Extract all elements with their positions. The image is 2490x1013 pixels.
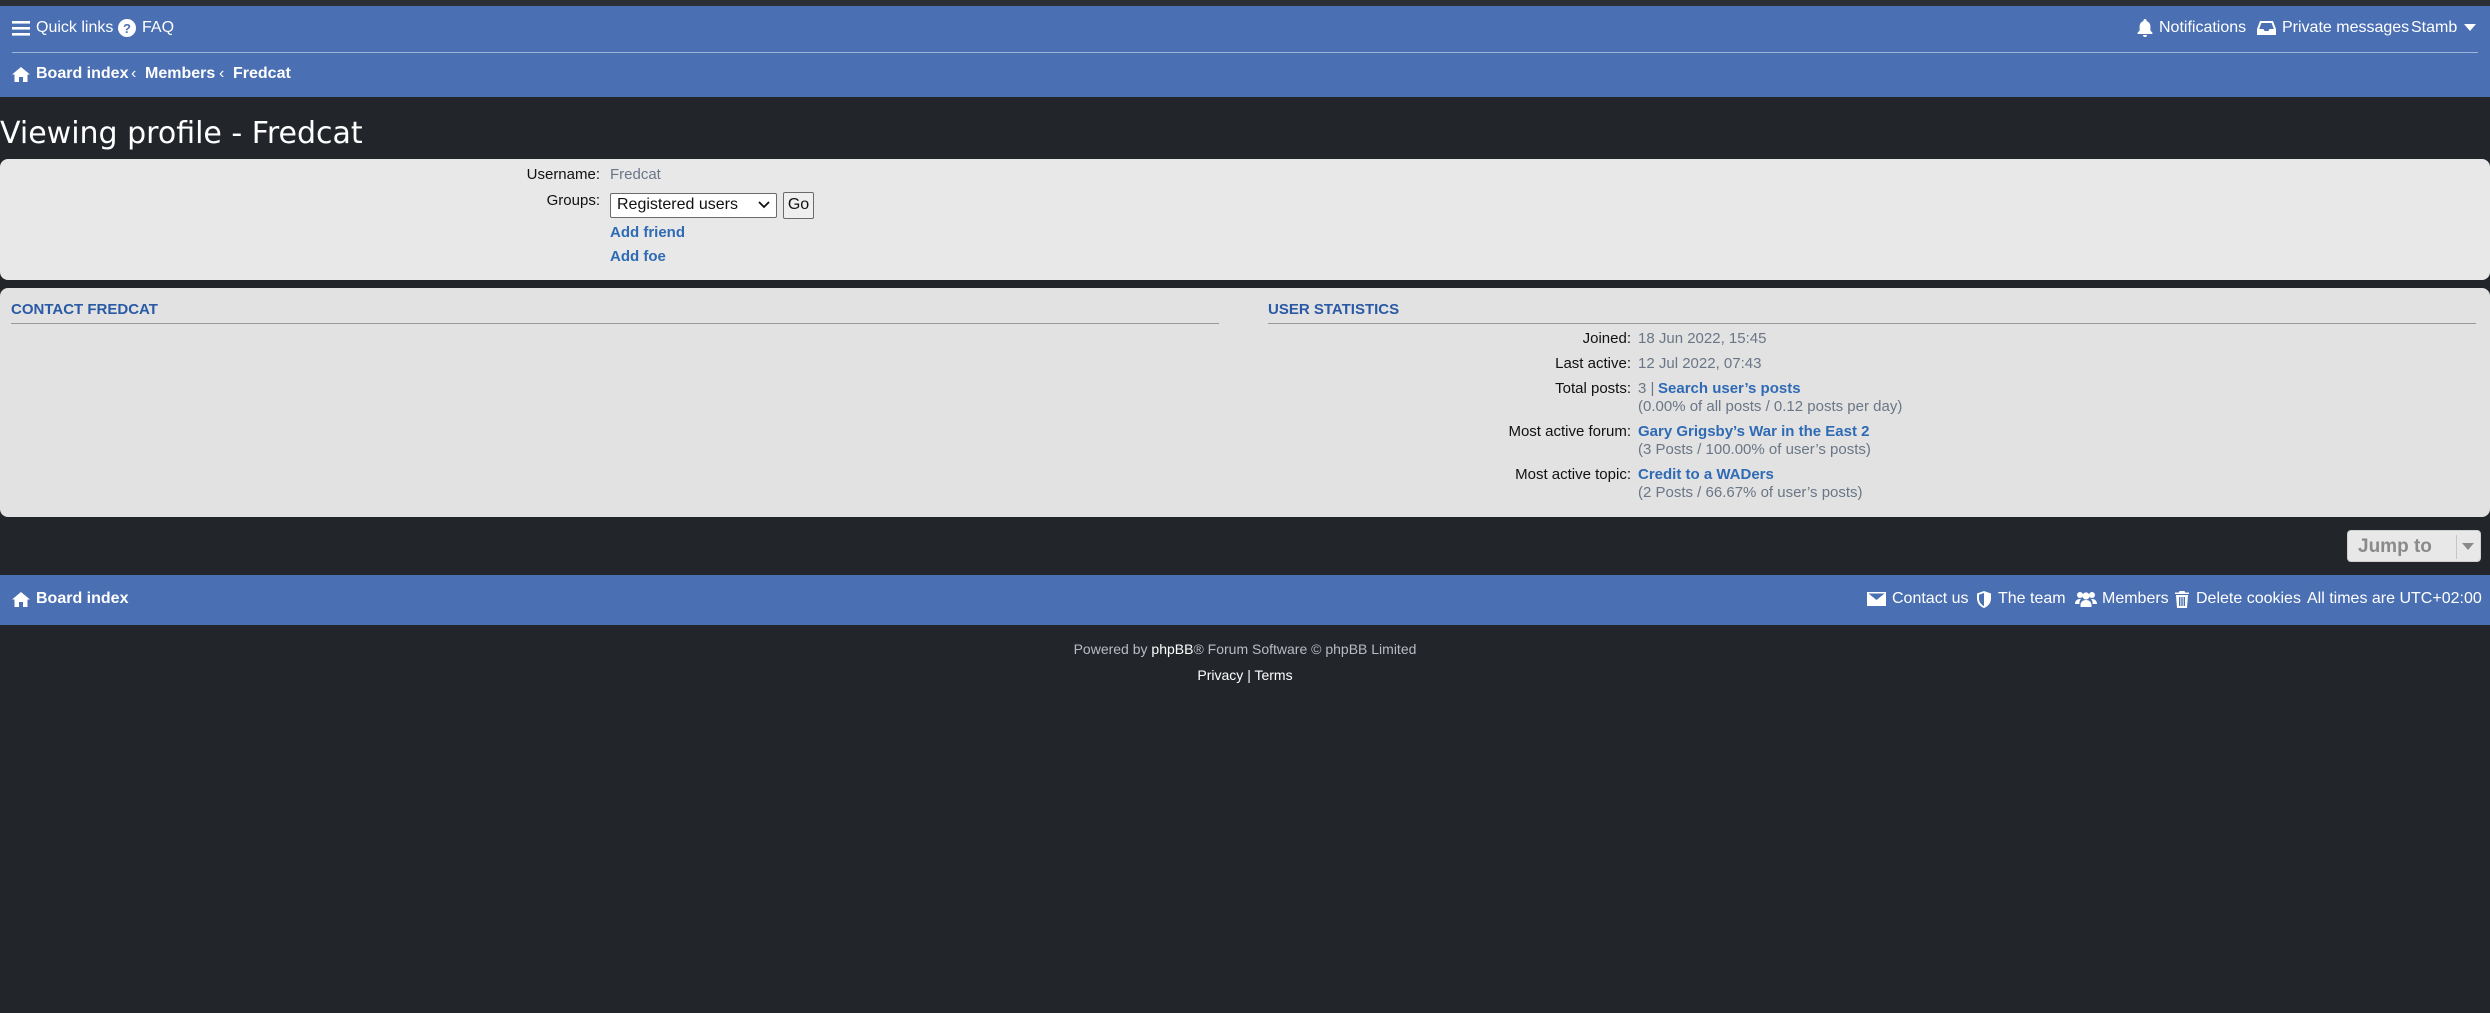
trash-icon bbox=[2175, 590, 2189, 608]
footer-navbar: Board index Contact us The team Members … bbox=[0, 575, 2490, 625]
quick-links-menu[interactable]: Quick links bbox=[12, 19, 113, 37]
breadcrumb-separator: ‹ bbox=[219, 65, 225, 82]
members-link[interactable]: Members bbox=[2075, 590, 2169, 608]
username-field-label: Username: bbox=[526, 166, 600, 183]
notifications-label: Notifications bbox=[2159, 19, 2247, 36]
profile-panel: Username: Fredcat Groups: Registered use… bbox=[0, 159, 2490, 280]
most-active-topic-detail: (2 Posts / 66.67% of user’s posts) bbox=[1638, 484, 1863, 501]
most-active-topic-label: Most active topic: bbox=[1515, 466, 1631, 483]
most-active-topic-link[interactable]: Credit to a WADers bbox=[1638, 466, 1774, 483]
stats-divider bbox=[1268, 323, 2476, 324]
jump-to-label: Jump to bbox=[2358, 536, 2432, 557]
breadcrumb-board-index[interactable]: Board index bbox=[12, 65, 128, 83]
shield-icon bbox=[1977, 590, 1991, 608]
footer-board-index-label: Board index bbox=[36, 590, 129, 607]
most-active-forum-link[interactable]: Gary Grigsby’s War in the East 2 bbox=[1638, 423, 1869, 440]
breadcrumb-fredcat[interactable]: Fredcat bbox=[233, 65, 291, 83]
software-text: ® Forum Software © phpBB Limited bbox=[1193, 641, 1417, 657]
legal-separator: | bbox=[1247, 667, 1251, 683]
add-friend-link[interactable]: Add friend bbox=[610, 224, 685, 241]
question-circle-icon: ? bbox=[118, 19, 136, 37]
joined-value: 18 Jun 2022, 15:45 bbox=[1638, 330, 1767, 347]
caret-down-icon bbox=[2462, 543, 2474, 550]
username-value: Fredcat bbox=[610, 166, 661, 183]
bell-icon bbox=[2137, 19, 2153, 37]
home-icon bbox=[12, 66, 30, 82]
most-active-forum-label: Most active forum: bbox=[1508, 423, 1631, 440]
private-messages-link[interactable]: Private messages bbox=[2257, 19, 2409, 37]
members-label: Members bbox=[2102, 590, 2169, 607]
contact-heading: CONTACT FREDCAT bbox=[11, 301, 158, 318]
private-messages-label: Private messages bbox=[2282, 19, 2410, 36]
the-team-label: The team bbox=[1998, 590, 2066, 607]
quick-links-label: Quick links bbox=[36, 19, 114, 36]
home-icon bbox=[12, 591, 30, 607]
page-title: Viewing profile - Fredcat bbox=[0, 116, 363, 151]
total-posts-count: 3 | bbox=[1638, 380, 1655, 397]
breadcrumb-label: Board index bbox=[36, 65, 129, 82]
notifications-link[interactable]: Notifications bbox=[2137, 19, 2246, 37]
search-posts-link[interactable]: Search user’s posts bbox=[1658, 380, 1801, 397]
groups-field-label: Groups: bbox=[546, 192, 600, 209]
go-button[interactable]: Go bbox=[783, 192, 814, 219]
last-active-value: 12 Jul 2022, 07:43 bbox=[1638, 355, 1762, 372]
most-active-forum-detail: (3 Posts / 100.00% of user’s posts) bbox=[1638, 441, 1871, 458]
contact-us-label: Contact us bbox=[1892, 590, 1969, 607]
breadcrumb-members[interactable]: Members bbox=[145, 65, 215, 83]
delete-cookies-link[interactable]: Delete cookies bbox=[2175, 590, 2301, 608]
profile-details-panel: CONTACT FREDCAT USER STATISTICS Joined: … bbox=[0, 288, 2490, 517]
users-icon bbox=[2075, 592, 2097, 607]
powered-by-text: Powered by bbox=[1073, 641, 1148, 657]
delete-cookies-label: Delete cookies bbox=[2196, 590, 2301, 607]
total-posts-label: Total posts: bbox=[1555, 380, 1631, 397]
header-navbar: Quick links ? FAQ Notifications Private … bbox=[0, 6, 2490, 97]
timezone-text: All times are UTC+02:00 bbox=[2307, 590, 2482, 607]
footer-board-index-link[interactable]: Board index bbox=[12, 590, 128, 608]
svg-text:?: ? bbox=[123, 21, 131, 36]
groups-select[interactable]: Registered users bbox=[610, 193, 777, 218]
jump-to-divider bbox=[2456, 535, 2457, 559]
chevron-down-icon bbox=[758, 201, 770, 209]
faq-link[interactable]: ? FAQ bbox=[118, 19, 174, 37]
legal-links: Privacy | Terms bbox=[0, 667, 2490, 683]
privacy-link[interactable]: Privacy bbox=[1197, 667, 1243, 683]
add-foe-link[interactable]: Add foe bbox=[610, 248, 666, 265]
contact-divider bbox=[11, 323, 1219, 324]
faq-label: FAQ bbox=[142, 19, 175, 36]
total-posts-detail: (0.00% of all posts / 0.12 posts per day… bbox=[1638, 398, 1903, 415]
username-label: Stamb bbox=[2411, 19, 2458, 36]
joined-label: Joined: bbox=[1582, 330, 1631, 347]
hamburger-icon bbox=[12, 21, 30, 36]
header-top-row: Quick links ? FAQ Notifications Private … bbox=[0, 6, 2490, 52]
terms-link[interactable]: Terms bbox=[1254, 667, 1292, 683]
inbox-icon bbox=[2257, 21, 2276, 35]
groups-select-value: Registered users bbox=[617, 196, 738, 213]
jump-to-button[interactable]: Jump to bbox=[2347, 530, 2481, 562]
the-team-link[interactable]: The team bbox=[1977, 590, 2066, 608]
user-menu[interactable]: Stamb bbox=[2411, 19, 2477, 37]
last-active-label: Last active: bbox=[1555, 355, 1631, 372]
envelope-icon bbox=[1867, 592, 1886, 606]
caret-down-icon bbox=[2464, 24, 2477, 31]
breadcrumb: Board index ‹ Members ‹ Fredcat bbox=[0, 53, 2490, 97]
copyright: Powered by phpBB® Forum Software © phpBB… bbox=[0, 641, 2490, 657]
breadcrumb-separator: ‹ bbox=[131, 65, 137, 82]
stats-heading: USER STATISTICS bbox=[1268, 301, 1400, 318]
contact-us-link[interactable]: Contact us bbox=[1867, 590, 1968, 608]
phpbb-link[interactable]: phpBB bbox=[1151, 641, 1193, 657]
